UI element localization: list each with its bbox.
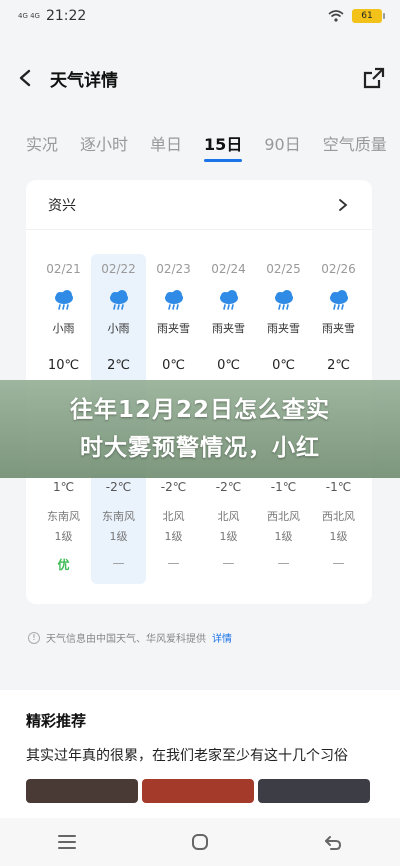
day-date: 02/22 [101,262,136,276]
day-low-temp: -2℃ [160,480,187,494]
tab-15-day[interactable]: 15日 [204,130,243,162]
details-link[interactable]: 详情 [212,630,232,645]
day-condition: 雨夹雪 [157,322,190,335]
battery-icon: 61 [352,9,385,23]
share-icon[interactable] [362,66,386,90]
headline-overlay: 往年12月22日怎么查实 时大雾预警情况，小红 [0,380,400,478]
day-condition: 小雨 [107,322,130,335]
day-date: 02/24 [211,262,246,276]
day-low-temp: -1℃ [270,480,297,494]
menu-icon[interactable] [56,831,78,853]
data-source-note: ! 天气信息由中国天气、华风爱科提供 详情 [28,630,232,645]
day-aqi: — [277,556,290,570]
rain-cloud-icon [164,290,183,310]
day-wind-direction: 西北风 [267,510,300,523]
day-aqi: — [167,556,180,570]
day-wind-direction: 北风 [162,510,185,523]
day-wind-level: 1级 [274,530,293,543]
day-wind-direction: 东南风 [102,510,135,523]
header: 天气详情 [0,56,400,100]
day-wind-level: 1级 [219,530,238,543]
status-right: 61 [328,9,385,23]
headline-line-1: 往年12月22日怎么查实 [69,397,330,423]
day-aqi: 优 [57,558,70,572]
tab-hourly[interactable]: 逐小时 [80,130,128,160]
info-icon: ! [28,631,40,644]
day-date: 02/25 [266,262,301,276]
article-thumbnail[interactable] [26,779,138,803]
day-date: 02/21 [46,262,81,276]
day-wind-level: 1级 [164,530,183,543]
day-aqi: — [222,556,235,570]
status-time: 21:22 [45,8,87,24]
day-low-temp: -1℃ [325,480,352,494]
city-row[interactable]: 资兴 [26,180,372,230]
network-indicator: 4G 4G [18,12,40,20]
day-low-temp: 1℃ [52,480,75,494]
rain-cloud-icon [54,290,73,310]
day-low-temp: -2℃ [105,480,132,494]
article-thumbnail[interactable] [142,779,254,803]
tab-air-quality[interactable]: 空气质量 [323,130,387,160]
day-wind-direction: 东南风 [47,510,80,523]
source-text: 天气信息由中国天气、华风爱科提供 [46,634,206,645]
day-high-temp: 0℃ [272,358,295,373]
day-condition: 雨夹雪 [322,322,355,335]
day-wind-level: 1级 [109,530,128,543]
rain-cloud-icon [109,290,128,310]
recommend-section: 精彩推荐 其实过年真的很累，在我们老家至少有这十几个习俗 [0,690,400,826]
day-low-temp: -2℃ [215,480,242,494]
day-date: 02/23 [156,262,191,276]
day-date: 02/26 [321,262,356,276]
rain-cloud-icon [274,290,293,310]
back-nav-icon[interactable] [322,831,344,853]
back-button[interactable] [14,67,36,89]
headline-line-2: 时大雾预警情况，小红 [80,435,320,461]
page-title: 天气详情 [50,70,118,91]
day-wind-level: 1级 [329,530,348,543]
system-nav-bar [0,818,400,866]
chevron-left-icon [19,69,31,87]
recommend-thumbnails [26,779,374,803]
chevron-right-icon [339,198,348,211]
battery-level: 61 [361,11,373,21]
day-condition: 小雨 [52,322,75,335]
rain-cloud-icon [329,290,348,310]
day-high-temp: 10℃ [47,358,80,373]
day-aqi: — [112,556,125,570]
day-high-temp: 0℃ [217,358,240,373]
tab-90-day[interactable]: 90日 [264,130,300,160]
day-high-temp: 2℃ [327,358,350,373]
tab-live[interactable]: 实况 [26,130,58,160]
day-high-temp: 2℃ [107,358,130,373]
tab-bar: 实况 逐小时 单日 15日 90日 空气质量 [0,130,400,166]
wifi-icon [328,10,344,22]
day-wind-direction: 北风 [217,510,240,523]
home-icon[interactable] [189,831,211,853]
day-condition: 雨夹雪 [212,322,245,335]
day-high-temp: 0℃ [162,358,185,373]
city-name: 资兴 [48,197,76,214]
day-condition: 雨夹雪 [267,322,300,335]
tab-daily[interactable]: 单日 [150,130,182,160]
day-wind-level: 1级 [54,530,73,543]
status-left: 4G 4G 21:22 [18,8,86,24]
status-bar: 4G 4G 21:22 61 [0,0,400,32]
day-wind-direction: 西北风 [322,510,355,523]
recommend-title: 精彩推荐 [26,712,87,730]
rain-cloud-icon [219,290,238,310]
article-thumbnail[interactable] [258,779,370,803]
recommend-article-title[interactable]: 其实过年真的很累，在我们老家至少有这十几个习俗 [26,745,374,767]
day-aqi: — [332,556,345,570]
